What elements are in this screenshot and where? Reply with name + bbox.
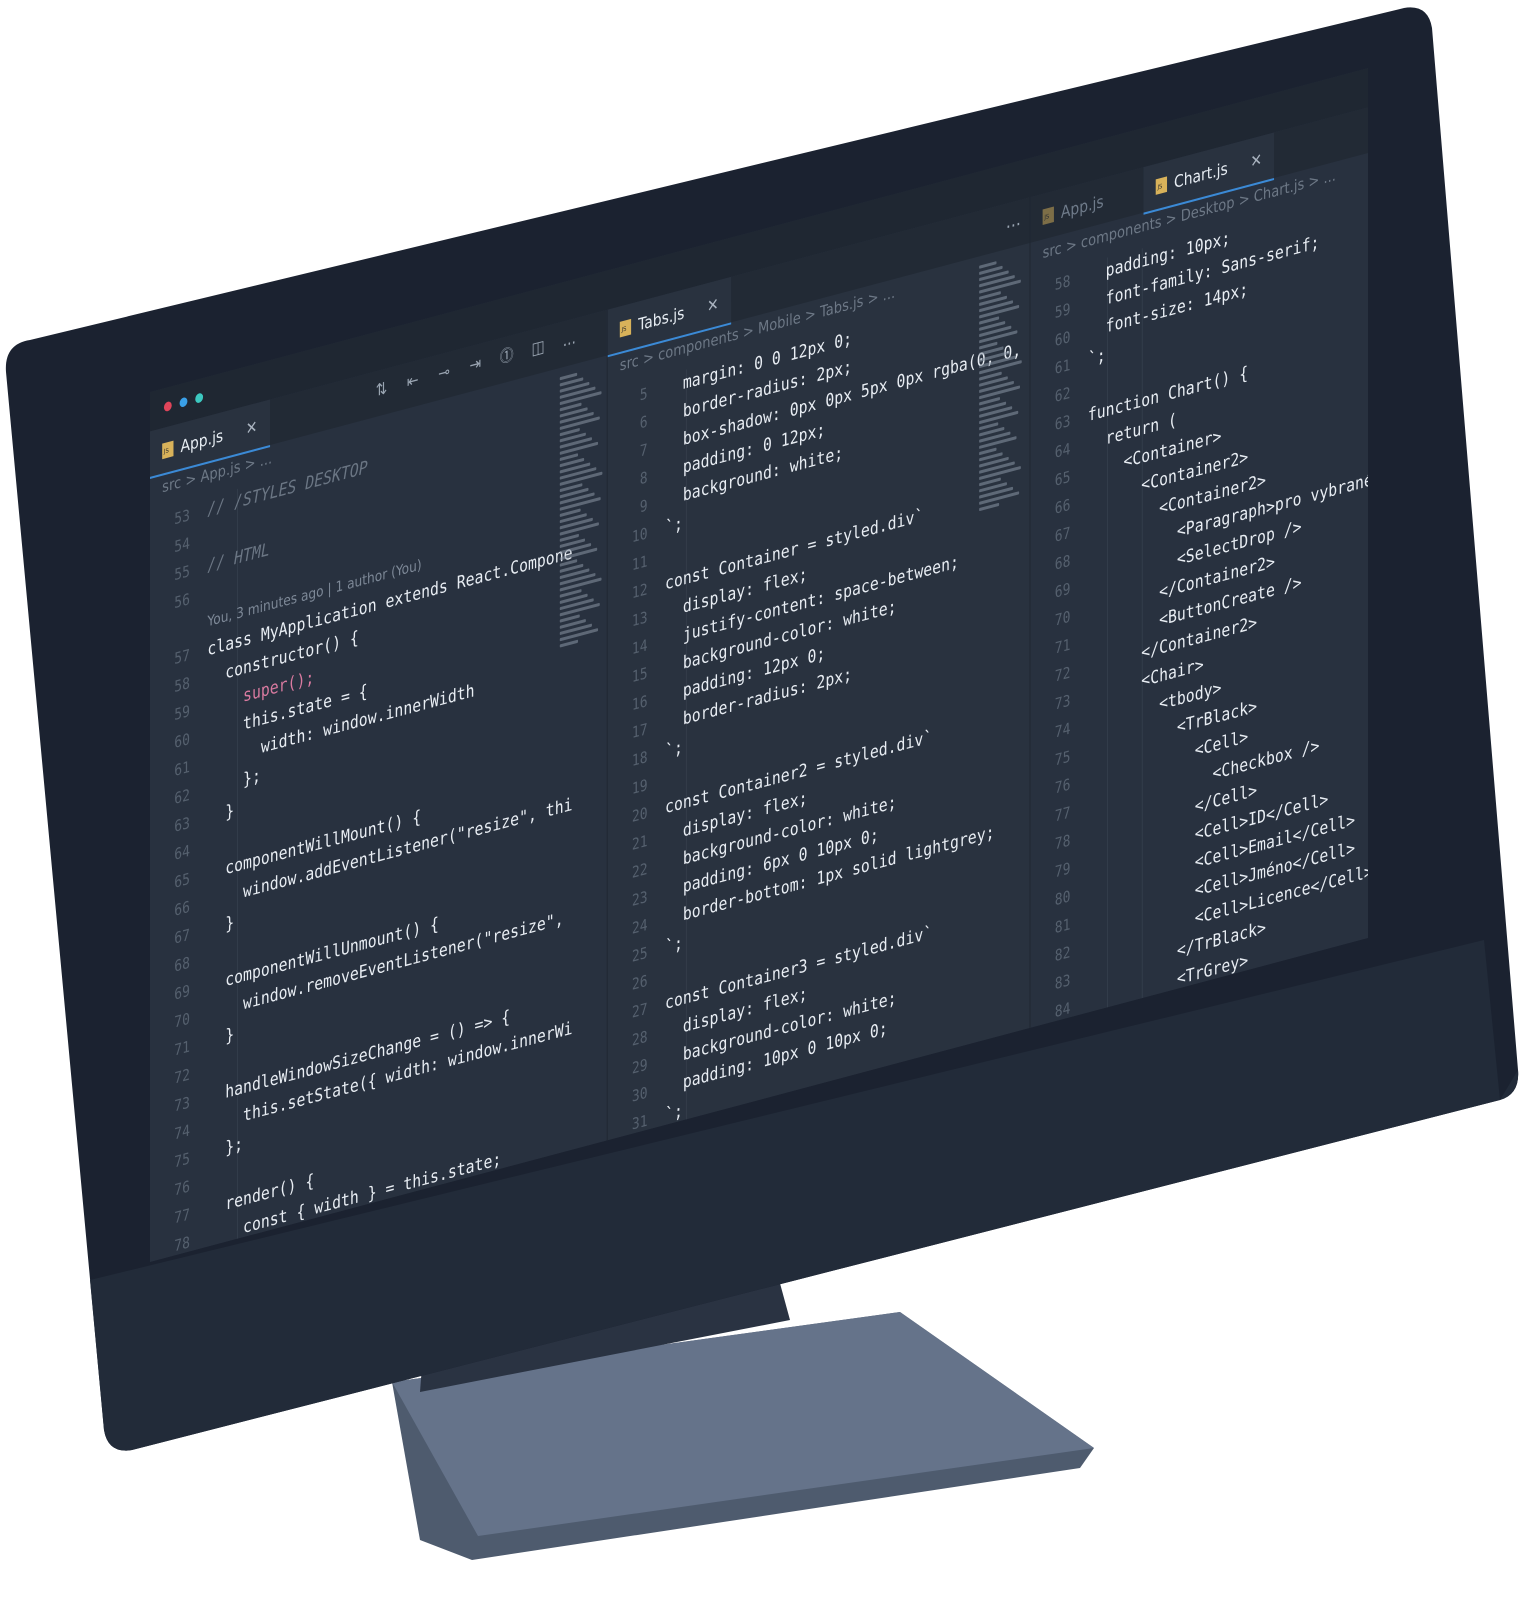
code-area[interactable]: 53// /STYLES DESKTOP 54 55// HTML 56 You, 3 … [150, 391, 607, 1262]
close-tab-icon[interactable]: ✕ [707, 293, 719, 316]
split-editor-icon[interactable]: ◫ [530, 336, 546, 359]
stand-neck [420, 1210, 790, 1392]
stand-base-top [392, 1312, 1094, 1536]
tab-label: Tabs.js [638, 302, 685, 335]
code-area[interactable]: 58 padding: 10px; 59 font-family: Sans-se… [1030, 188, 1368, 1028]
more-actions-icon[interactable]: ... [562, 327, 578, 351]
editor-pane-tabs: Tabs.js ✕ ... src > components > Mobile … [607, 197, 1031, 1141]
js-file-icon [1042, 205, 1054, 225]
go-forward-icon[interactable]: ⇥ [468, 353, 484, 376]
minimap-line [559, 639, 579, 648]
code-text: `; [665, 1100, 683, 1127]
close-tab-icon[interactable]: ✕ [1250, 149, 1262, 172]
minimize-window-dot[interactable] [179, 396, 188, 408]
code-area[interactable]: 5 margin: 0 0 12px 0; 6 border-radius: 2p… [608, 278, 1030, 1141]
tab-label: App.js [1060, 190, 1104, 222]
js-file-icon [1155, 175, 1168, 195]
maximize-window-dot[interactable] [195, 392, 204, 404]
editor-screen: App.js ✕ ⇅ ⇤ ⊸ ⇥ ⓵ ◫ ... src > App.js > … [150, 68, 1368, 1262]
minimap[interactable] [979, 251, 1023, 573]
close-tab-icon[interactable]: ✕ [246, 416, 258, 439]
stand-base [392, 1312, 1094, 1560]
tab-label: Chart.js [1173, 157, 1228, 192]
compare-icon[interactable]: ⇅ [374, 378, 390, 401]
close-window-dot[interactable] [163, 400, 172, 413]
go-back-icon[interactable]: ⇤ [405, 369, 421, 393]
timeline-icon[interactable]: ⓵ [499, 344, 515, 368]
editor-pane-chart: App.js Chart.js ✕ src > components > Des… [1030, 107, 1368, 1028]
js-file-icon [619, 318, 632, 337]
minimap[interactable] [559, 363, 604, 685]
more-actions-icon[interactable]: ... [1006, 208, 1021, 234]
editor-pane-app: App.js ✕ ⇅ ⇤ ⊸ ⇥ ⓵ ◫ ... src > App.js > … [150, 309, 608, 1262]
tab-label: App.js [180, 424, 224, 456]
commit-icon[interactable]: ⊸ [436, 361, 452, 384]
js-file-icon [162, 440, 174, 459]
